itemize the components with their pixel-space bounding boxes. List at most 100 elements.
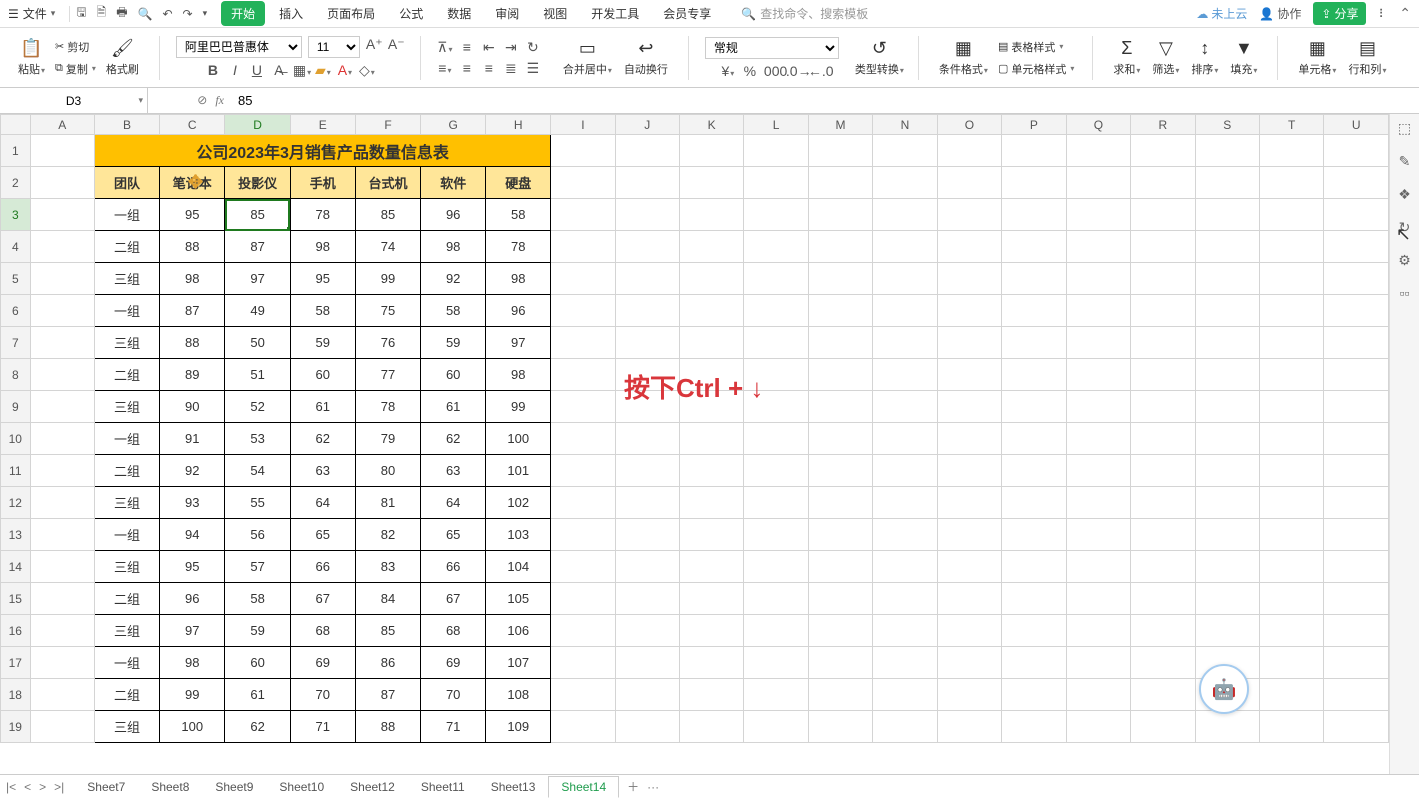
empty-cell[interactable] xyxy=(937,295,1001,327)
empty-cell[interactable] xyxy=(808,711,872,743)
empty-cell[interactable] xyxy=(615,551,679,583)
empty-cell[interactable] xyxy=(615,327,679,359)
data-cell[interactable]: 53 xyxy=(225,423,290,455)
empty-cell[interactable] xyxy=(937,199,1001,231)
empty-cell[interactable] xyxy=(1002,519,1066,551)
empty-cell[interactable] xyxy=(1259,487,1323,519)
col-header-C[interactable]: C xyxy=(160,115,225,135)
empty-cell[interactable] xyxy=(1066,295,1130,327)
empty-cell[interactable] xyxy=(1002,487,1066,519)
sort-button[interactable]: ↕排序 xyxy=(1187,36,1222,79)
add-sheet-button[interactable]: ＋ xyxy=(627,778,639,795)
data-cell[interactable]: 87 xyxy=(355,679,420,711)
empty-cell[interactable] xyxy=(1002,615,1066,647)
empty-cell[interactable] xyxy=(1066,263,1130,295)
empty-cell[interactable] xyxy=(873,647,937,679)
cut-button[interactable]: ✂剪切 xyxy=(53,38,98,56)
justify-icon[interactable]: ≣ xyxy=(503,60,519,77)
data-cell[interactable]: 50 xyxy=(225,327,290,359)
empty-cell[interactable] xyxy=(1324,391,1389,423)
row-header-5[interactable]: 5 xyxy=(1,263,31,295)
empty-cell[interactable] xyxy=(615,423,679,455)
empty-cell[interactable] xyxy=(873,455,937,487)
empty-cell[interactable] xyxy=(1195,487,1259,519)
empty-cell[interactable] xyxy=(808,359,872,391)
data-cell[interactable]: 95 xyxy=(160,199,225,231)
data-cell[interactable]: 70 xyxy=(421,679,486,711)
empty-cell[interactable] xyxy=(679,423,743,455)
empty-cell[interactable] xyxy=(551,711,615,743)
empty-cell[interactable] xyxy=(615,647,679,679)
empty-cell[interactable] xyxy=(1066,167,1130,199)
tab-formula[interactable]: 公式 xyxy=(389,1,433,26)
empty-cell[interactable] xyxy=(1195,455,1259,487)
empty-cell[interactable] xyxy=(1195,135,1259,167)
increase-indent-icon[interactable]: ⇥ xyxy=(503,39,519,56)
data-cell[interactable]: 98 xyxy=(160,263,225,295)
empty-cell[interactable] xyxy=(551,263,615,295)
empty-cell[interactable] xyxy=(873,487,937,519)
data-cell[interactable]: 63 xyxy=(421,455,486,487)
data-cell[interactable]: 109 xyxy=(486,711,551,743)
empty-cell[interactable] xyxy=(1324,583,1389,615)
data-cell[interactable]: 97 xyxy=(486,327,551,359)
data-cell[interactable]: 三组 xyxy=(95,391,160,423)
empty-cell[interactable] xyxy=(1259,551,1323,583)
empty-cell[interactable] xyxy=(873,199,937,231)
empty-cell[interactable] xyxy=(30,327,94,359)
decrease-font-icon[interactable]: A⁻ xyxy=(388,36,404,58)
sheet-tab-Sheet14[interactable]: Sheet14 xyxy=(548,776,619,798)
empty-cell[interactable] xyxy=(744,391,808,423)
empty-cell[interactable] xyxy=(551,487,615,519)
data-cell[interactable]: 87 xyxy=(160,295,225,327)
data-cell[interactable]: 66 xyxy=(290,551,355,583)
align-middle-icon[interactable]: ≡ xyxy=(459,39,475,56)
empty-cell[interactable] xyxy=(1259,391,1323,423)
data-cell[interactable]: 98 xyxy=(160,647,225,679)
sidepanel-style-icon[interactable]: ✎ xyxy=(1399,153,1411,170)
col-header-O[interactable]: O xyxy=(937,115,1001,135)
data-cell[interactable]: 75 xyxy=(355,295,420,327)
empty-cell[interactable] xyxy=(1131,455,1195,487)
data-cell[interactable]: 一组 xyxy=(95,295,160,327)
empty-cell[interactable] xyxy=(1002,359,1066,391)
empty-cell[interactable] xyxy=(679,583,743,615)
empty-cell[interactable] xyxy=(551,135,615,167)
bold-icon[interactable]: B xyxy=(205,62,221,79)
empty-cell[interactable] xyxy=(1259,519,1323,551)
strike-icon[interactable]: A̶ xyxy=(271,62,287,79)
distribute-icon[interactable]: ☰ xyxy=(525,60,541,77)
data-cell[interactable]: 85 xyxy=(225,199,290,231)
empty-cell[interactable] xyxy=(1195,711,1259,743)
cloud-sync[interactable]: ☁未上云 xyxy=(1196,5,1247,22)
data-cell[interactable]: 96 xyxy=(486,295,551,327)
empty-cell[interactable] xyxy=(937,519,1001,551)
empty-cell[interactable] xyxy=(1259,295,1323,327)
row-header-1[interactable]: 1 xyxy=(1,135,31,167)
header-cell[interactable]: 团队 xyxy=(95,167,160,199)
empty-cell[interactable] xyxy=(1324,231,1389,263)
empty-cell[interactable] xyxy=(1259,231,1323,263)
empty-cell[interactable] xyxy=(744,135,808,167)
data-cell[interactable]: 一组 xyxy=(95,199,160,231)
empty-cell[interactable] xyxy=(937,647,1001,679)
empty-cell[interactable] xyxy=(679,711,743,743)
empty-cell[interactable] xyxy=(679,391,743,423)
data-cell[interactable]: 二组 xyxy=(95,455,160,487)
empty-cell[interactable] xyxy=(873,327,937,359)
data-cell[interactable]: 64 xyxy=(421,487,486,519)
empty-cell[interactable] xyxy=(1195,231,1259,263)
data-cell[interactable]: 一组 xyxy=(95,519,160,551)
align-top-icon[interactable]: ⊼ xyxy=(437,39,453,56)
col-header-Q[interactable]: Q xyxy=(1066,115,1130,135)
empty-cell[interactable] xyxy=(1131,679,1195,711)
col-header-R[interactable]: R xyxy=(1131,115,1195,135)
empty-cell[interactable] xyxy=(937,423,1001,455)
data-cell[interactable]: 65 xyxy=(421,519,486,551)
data-cell[interactable]: 52 xyxy=(225,391,290,423)
empty-cell[interactable] xyxy=(615,487,679,519)
empty-cell[interactable] xyxy=(1131,423,1195,455)
align-center-icon[interactable]: ≡ xyxy=(459,60,475,77)
data-cell[interactable]: 85 xyxy=(355,615,420,647)
empty-cell[interactable] xyxy=(744,519,808,551)
